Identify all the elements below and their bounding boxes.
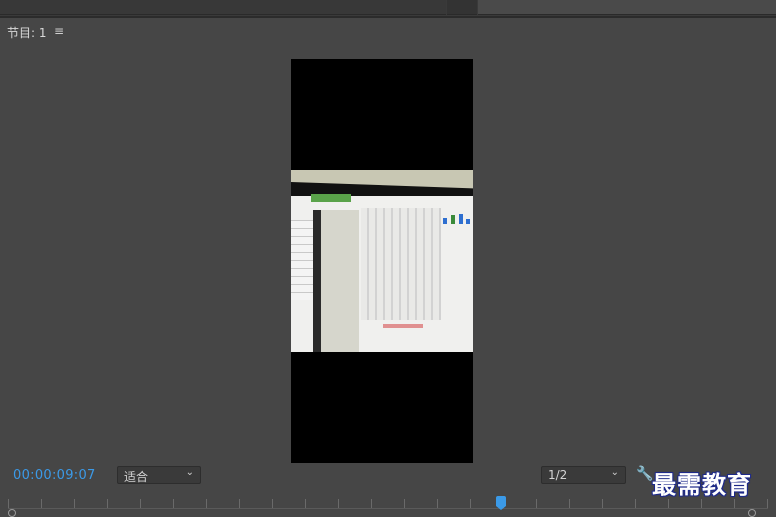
timeline-end-handle[interactable] (748, 509, 756, 517)
playback-resolution-select[interactable]: 1/2 ⌄ (541, 466, 626, 484)
panel-divider[interactable] (0, 16, 776, 18)
top-panel-left (0, 0, 446, 15)
video-frame-image (291, 170, 473, 352)
top-panel-right (478, 0, 776, 15)
hamburger-menu-icon[interactable]: ≡ (54, 24, 64, 38)
playback-resolution-value: 1/2 (548, 468, 568, 482)
time-ruler[interactable] (0, 497, 776, 514)
top-panel-strip (0, 0, 776, 17)
program-monitor-title[interactable]: 节目: 1 (7, 24, 47, 41)
chevron-down-icon: ⌄ (185, 467, 194, 478)
chevron-down-icon: ⌄ (610, 467, 619, 478)
zoom-fit-select[interactable]: 适合 ⌄ (117, 466, 201, 484)
zoom-fit-value: 适合 (124, 470, 149, 484)
top-panel-divider (447, 0, 477, 15)
timeline-start-handle[interactable] (8, 509, 16, 517)
playhead-marker[interactable] (496, 496, 506, 510)
wrench-icon[interactable]: 🔧 (636, 466, 653, 482)
watermark-logo: 最需教育 (652, 470, 752, 499)
program-monitor-video[interactable] (291, 59, 473, 463)
playhead-timecode[interactable]: 00:00:09:07 (13, 468, 96, 483)
